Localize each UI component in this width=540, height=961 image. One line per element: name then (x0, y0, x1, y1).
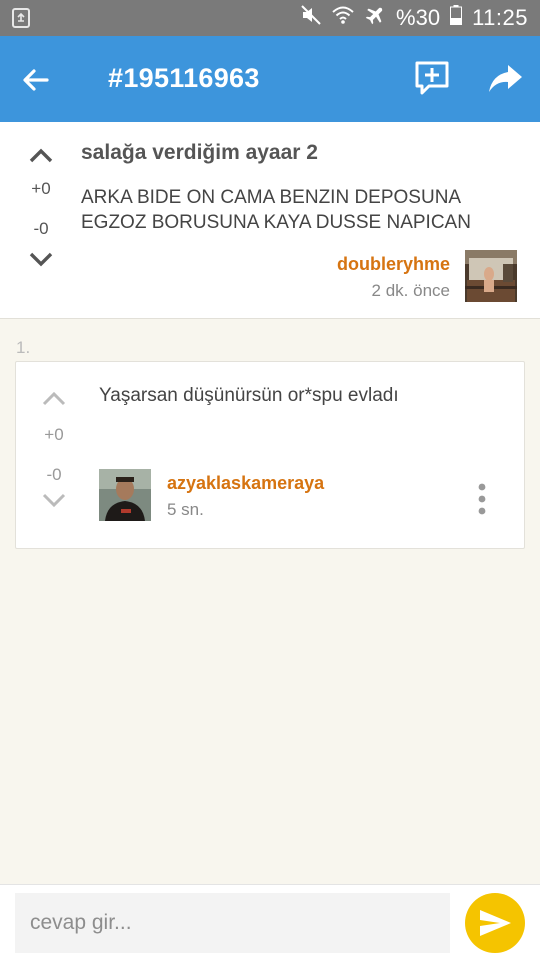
status-bar: %30 11:25 (0, 0, 540, 36)
recycle-notification-icon (12, 8, 30, 33)
add-comment-button[interactable] (412, 58, 454, 100)
comment-index: 1. (16, 338, 31, 357)
entry-timestamp: 2 dk. önce (371, 281, 450, 300)
comment-upvote-count: +0 (44, 425, 64, 444)
entry-card: +0 -0 salağa verdiğim ayaar 2 ARKA BIDE … (0, 122, 540, 319)
avatar[interactable] (99, 469, 151, 521)
comment-text: Yaşarsan düşünürsün or*spu evladı (99, 385, 399, 406)
upvote-button[interactable] (16, 146, 66, 169)
comment-author-link[interactable]: azyaklaskameraya (167, 473, 324, 494)
chevron-down-icon (29, 252, 53, 267)
comment-downvote-button[interactable] (29, 493, 79, 514)
battery-text: %30 (396, 5, 441, 30)
comment-upvote-button[interactable] (29, 390, 79, 411)
comment-timestamp: 5 sn. (167, 500, 204, 519)
chevron-down-icon (42, 493, 66, 508)
back-button[interactable] (16, 60, 56, 100)
chevron-up-icon (42, 391, 66, 406)
comment-more-button[interactable] (472, 482, 492, 516)
mute-icon (300, 4, 322, 32)
clock: 11:25 (472, 5, 528, 30)
entry-body: ARKA BIDE ON CAMA BENZIN DEPOSUNA EGZOZ … (81, 187, 471, 233)
share-icon (489, 65, 522, 92)
entry-vote-column: +0 -0 (16, 146, 66, 274)
page-title: #195116963 (108, 63, 260, 93)
send-button[interactable] (465, 893, 525, 953)
comment-vote-column: +0 -0 (29, 390, 79, 514)
airplane-mode-icon (364, 4, 386, 32)
upvote-count: +0 (31, 179, 51, 198)
app-bar: #195116963 (0, 36, 540, 122)
wifi-icon (332, 5, 354, 31)
back-arrow-icon (23, 69, 49, 91)
chevron-up-icon (29, 148, 53, 163)
more-vertical-icon (478, 483, 486, 515)
downvote-button[interactable] (16, 251, 66, 274)
reply-bar (0, 884, 540, 961)
downvote-count: -0 (33, 219, 49, 238)
add-comment-icon (415, 61, 449, 95)
avatar[interactable] (465, 250, 517, 302)
entry-title: salağa verdiğim ayaar 2 (81, 141, 318, 164)
comment-card: +0 -0 Yaşarsan düşünürsün or*spu evladı … (15, 361, 525, 549)
comment-downvote-count: -0 (46, 465, 62, 484)
entry-author-link[interactable]: doubleryhme (337, 254, 450, 275)
send-icon (480, 910, 511, 936)
share-button[interactable] (484, 58, 526, 100)
reply-input[interactable] (15, 893, 450, 953)
battery-icon (450, 5, 463, 31)
